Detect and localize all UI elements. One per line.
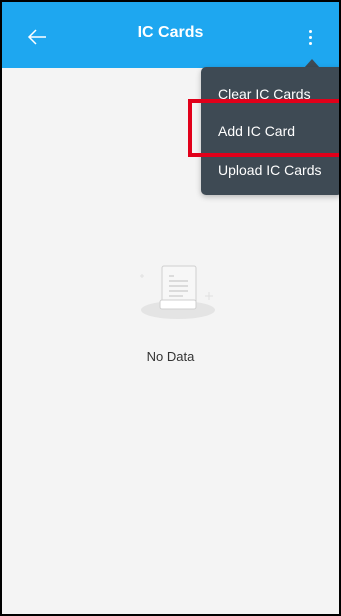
page-title: IC Cards <box>137 24 204 41</box>
empty-state-text: No Data <box>146 349 195 364</box>
header-bar: IC Cards <box>2 2 339 68</box>
app-frame: IC Cards Clear IC Cards Add IC Card Uplo… <box>0 0 341 616</box>
menu-item-upload-ic-cards[interactable]: Upload IC Cards <box>201 151 339 189</box>
dropdown-menu: Clear IC Cards Add IC Card Upload IC Car… <box>201 67 339 195</box>
menu-item-add-ic-card[interactable]: Add IC Card <box>201 112 339 150</box>
menu-item-clear-ic-cards[interactable]: Clear IC Cards <box>201 75 339 113</box>
more-vertical-icon[interactable] <box>298 20 324 54</box>
empty-document-icon <box>138 260 222 326</box>
